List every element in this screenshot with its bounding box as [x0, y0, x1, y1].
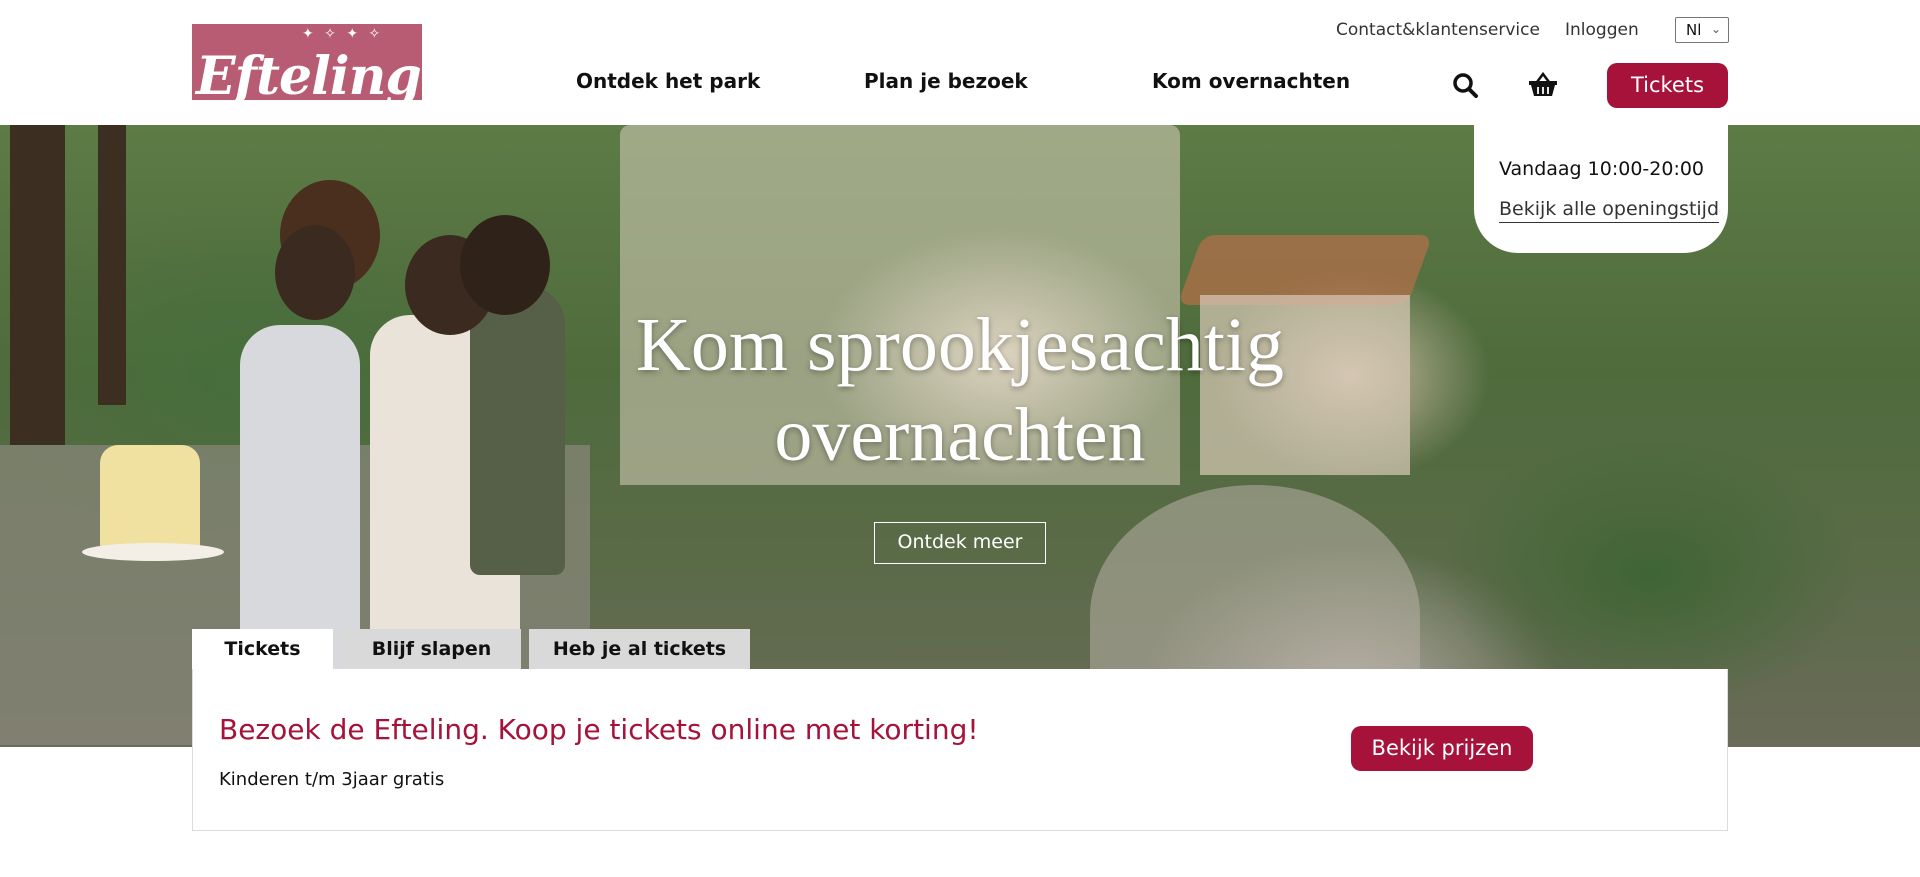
tab-blijf-slapen[interactable]: Blijf slapen — [342, 629, 521, 669]
ticket-panel: Bezoek de Efteling. Koop je tickets onli… — [192, 669, 1728, 831]
hero-image-head — [460, 215, 550, 315]
hero-image-tree — [98, 125, 126, 405]
hero-title: Kom sprookjesachtig overnachten — [560, 300, 1360, 480]
nav-plan-je-bezoek[interactable]: Plan je bezoek — [864, 69, 1028, 93]
search-icon[interactable] — [1452, 72, 1478, 98]
tab-tickets[interactable]: Tickets — [192, 629, 333, 669]
panel-subtitle: Kinderen t/m 3jaar gratis — [219, 769, 445, 790]
language-select[interactable]: Nl ⌄ — [1675, 17, 1729, 43]
tickets-button[interactable]: Tickets — [1607, 63, 1728, 108]
hero-image-tree — [10, 125, 65, 445]
hero-image-child — [470, 285, 565, 575]
hero-title-line1: Kom sprookjesachtig — [635, 303, 1284, 387]
nav-kom-overnachten[interactable]: Kom overnachten — [1152, 69, 1350, 93]
login-link[interactable]: Inloggen — [1565, 20, 1639, 40]
logo-sparkles-icon: ✦ ✧ ✦ ✧ — [302, 26, 384, 42]
efteling-logo[interactable]: ✦ ✧ ✦ ✧ Efteling — [192, 24, 422, 100]
language-value: Nl — [1686, 21, 1702, 39]
hero-image-cake — [100, 445, 200, 550]
bekijk-prijzen-button[interactable]: Bekijk prijzen — [1351, 726, 1533, 771]
logo-text: Efteling — [196, 46, 422, 100]
chevron-down-icon: ⌄ — [1710, 22, 1721, 36]
tab-heb-je-al-tickets[interactable]: Heb je al tickets — [529, 629, 750, 669]
panel-title: Bezoek de Efteling. Koop je tickets onli… — [219, 713, 979, 746]
hero-image-cake-plate — [82, 543, 224, 561]
hero-image-head — [275, 225, 355, 320]
opening-hours-today: Vandaag 10:00-20:00 — [1499, 158, 1705, 180]
basket-icon[interactable] — [1528, 72, 1558, 98]
site-header: ✦ ✧ ✦ ✧ Efteling Contact&klantenservice … — [0, 0, 1920, 125]
opening-hours-card: Vandaag 10:00-20:00 Bekijk alle openings… — [1474, 125, 1728, 253]
contact-link[interactable]: Contact&klantenservice — [1336, 20, 1540, 40]
opening-hours-link[interactable]: Bekijk alle openingstijd — [1499, 198, 1720, 223]
hero-title-line2: overnachten — [774, 393, 1146, 477]
ontdek-meer-button[interactable]: Ontdek meer — [874, 522, 1046, 564]
nav-ontdek-het-park[interactable]: Ontdek het park — [576, 69, 760, 93]
